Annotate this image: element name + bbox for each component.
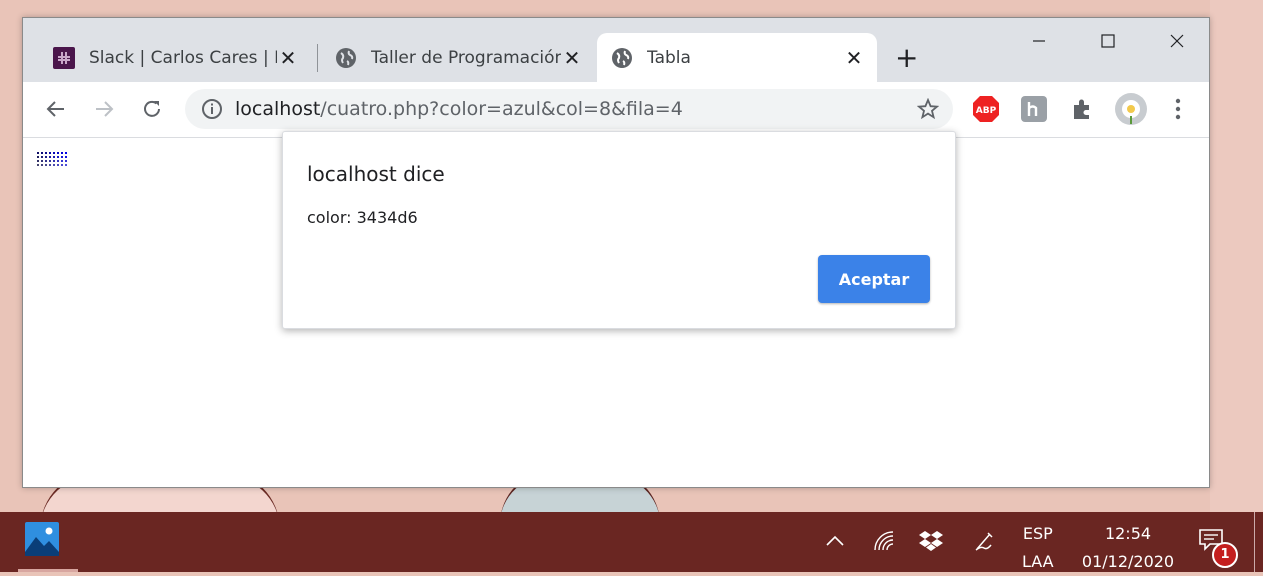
- tab-close-icon[interactable]: ✕: [561, 46, 583, 70]
- tab-strip: Slack | Carlos Cares | ICI ✕ Taller de P…: [23, 18, 1209, 82]
- color-cell[interactable]: [37, 156, 39, 158]
- back-button[interactable]: [41, 94, 71, 124]
- color-cell[interactable]: [49, 152, 51, 154]
- color-cell[interactable]: [65, 164, 67, 166]
- pen-icon[interactable]: [969, 526, 999, 556]
- color-cell[interactable]: [37, 164, 39, 166]
- color-cell[interactable]: [37, 152, 39, 154]
- new-tab-button[interactable]: +: [895, 44, 918, 72]
- color-cell[interactable]: [53, 156, 55, 158]
- adblock-plus-icon[interactable]: ABP: [972, 95, 1000, 123]
- clock-time: 12:54: [1104, 524, 1152, 543]
- color-cell[interactable]: [45, 156, 47, 158]
- color-cell[interactable]: [49, 164, 51, 166]
- color-grid: [35, 150, 69, 168]
- profile-avatar-icon[interactable]: [1114, 92, 1148, 126]
- color-cell[interactable]: [49, 156, 51, 158]
- browser-toolbar: localhost/cuatro.php?color=azul&col=8&fi…: [23, 82, 1209, 138]
- tab-close-icon[interactable]: ✕: [277, 46, 299, 70]
- tab-title: Slack | Carlos Cares | ICI: [89, 47, 277, 68]
- puzzle-extensions-icon[interactable]: [1068, 95, 1096, 123]
- language-indicator[interactable]: ESP LAA: [1022, 520, 1054, 576]
- color-cell[interactable]: [61, 152, 63, 154]
- color-cell[interactable]: [61, 164, 63, 166]
- tab-title: Taller de Programación: [371, 47, 561, 68]
- color-cell[interactable]: [65, 152, 67, 154]
- color-cell[interactable]: [61, 160, 63, 162]
- photos-app-button[interactable]: [12, 522, 72, 572]
- color-cell[interactable]: [65, 156, 67, 158]
- color-cell[interactable]: [41, 156, 43, 158]
- notification-badge: 1: [1212, 542, 1238, 568]
- minimize-button[interactable]: [1016, 28, 1062, 54]
- color-cell[interactable]: [65, 160, 67, 162]
- alert-dialog: localhost dice color: 3434d6 Aceptar: [282, 131, 956, 329]
- color-cell[interactable]: [45, 160, 47, 162]
- dropbox-icon[interactable]: [916, 526, 946, 556]
- show-desktop-button[interactable]: [1254, 512, 1263, 572]
- color-cell[interactable]: [61, 156, 63, 158]
- tab-taller[interactable]: Taller de Programación ✕: [321, 33, 595, 82]
- arrow-right-icon: [96, 101, 114, 117]
- tab-tabla[interactable]: Tabla ✕: [597, 33, 877, 82]
- tab-separator: [317, 44, 318, 72]
- color-cell[interactable]: [53, 160, 55, 162]
- address-bar[interactable]: localhost/cuatro.php?color=azul&col=8&fi…: [185, 89, 953, 129]
- color-row: [37, 164, 67, 166]
- tab-title: Tabla: [647, 47, 691, 68]
- color-cell[interactable]: [53, 164, 55, 166]
- dialog-title: localhost dice: [307, 162, 445, 186]
- photos-icon: [25, 522, 59, 556]
- forward-button[interactable]: [89, 94, 119, 124]
- dialog-message: color: 3434d6: [307, 208, 418, 227]
- color-cell[interactable]: [49, 160, 51, 162]
- close-window-button[interactable]: [1154, 28, 1200, 54]
- tab-slack[interactable]: Slack | Carlos Cares | ICI ✕: [39, 33, 311, 82]
- notification-center-button[interactable]: 1: [1198, 528, 1238, 568]
- hypothesis-icon[interactable]: [1020, 95, 1048, 123]
- globe-icon: [611, 47, 633, 69]
- browser-window: Slack | Carlos Cares | ICI ✕ Taller de P…: [22, 17, 1210, 488]
- globe-icon: [335, 47, 357, 69]
- color-cell[interactable]: [41, 160, 43, 162]
- url-text: localhost/cuatro.php?color=azul&col=8&fi…: [235, 98, 683, 120]
- language-code: ESP: [1022, 524, 1053, 543]
- color-cell[interactable]: [57, 156, 59, 158]
- color-row: [37, 156, 67, 158]
- taskbar: ESP LAA 12:54 01/12/2020 1: [0, 512, 1263, 572]
- color-row: [37, 160, 67, 162]
- clock[interactable]: 12:54 01/12/2020: [1078, 520, 1178, 576]
- reload-button[interactable]: [137, 94, 167, 124]
- arrow-left-icon: [46, 101, 64, 117]
- chevron-up-icon[interactable]: [820, 526, 850, 556]
- info-icon: [202, 99, 222, 119]
- maximize-button[interactable]: [1085, 28, 1131, 54]
- color-cell[interactable]: [45, 152, 47, 154]
- color-cell[interactable]: [57, 152, 59, 154]
- accept-button[interactable]: Aceptar: [818, 255, 930, 303]
- color-row: [37, 152, 67, 154]
- color-cell[interactable]: [45, 164, 47, 166]
- svg-text:ABP: ABP: [976, 106, 997, 116]
- color-cell[interactable]: [53, 152, 55, 154]
- color-cell[interactable]: [57, 160, 59, 162]
- color-cell[interactable]: [57, 164, 59, 166]
- bookmark-star-icon[interactable]: [917, 98, 939, 120]
- color-table: [35, 150, 283, 295]
- menu-kebab-icon[interactable]: [1164, 95, 1192, 123]
- reload-icon: [144, 100, 160, 117]
- color-cell[interactable]: [37, 160, 39, 162]
- color-cell[interactable]: [41, 152, 43, 154]
- color-cell[interactable]: [41, 164, 43, 166]
- slack-icon: [53, 46, 75, 69]
- tab-close-icon[interactable]: ✕: [843, 46, 865, 70]
- wifi-icon[interactable]: [869, 526, 899, 556]
- wallpaper-strip: [1210, 0, 1263, 512]
